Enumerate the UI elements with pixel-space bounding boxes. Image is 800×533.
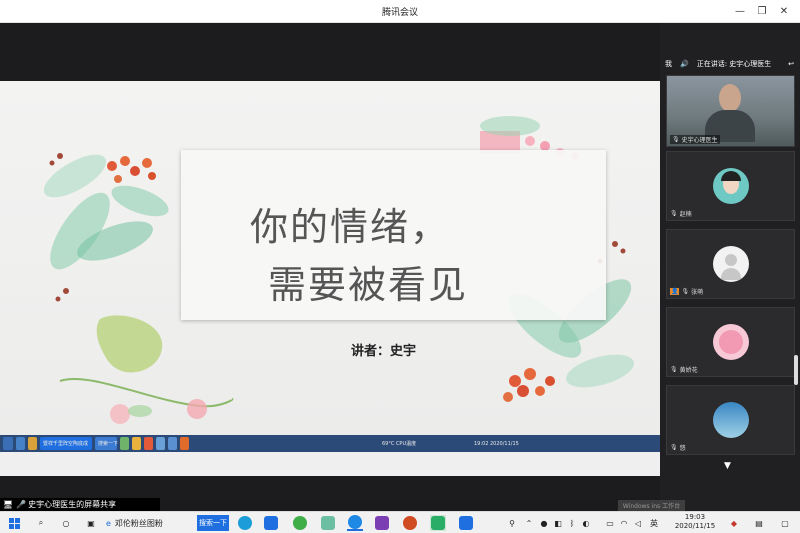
wechat-icon[interactable]: [430, 515, 446, 531]
tencent-meeting-icon[interactable]: [347, 515, 363, 531]
ie-icon: e: [106, 518, 111, 528]
tray-icon[interactable]: ◐: [580, 515, 592, 531]
mic-icon: 🎤: [16, 500, 27, 509]
minimize-icon[interactable]: —: [730, 0, 750, 23]
onenote-icon[interactable]: [374, 515, 390, 531]
panel-scrollbar[interactable]: [794, 355, 798, 385]
wifi-icon[interactable]: ◠: [618, 515, 630, 531]
avatar: [713, 168, 749, 204]
slide-speaker: 讲者：史宇: [351, 344, 417, 359]
task-view-icon[interactable]: ▣: [83, 515, 99, 531]
remote-app-icon: [180, 437, 189, 450]
speaking-text: 正在讲话: 史宇心理医生: [696, 60, 772, 68]
language-icon[interactable]: 英: [648, 515, 660, 531]
share-banner-text: 史宇心理医生的屏幕共享: [28, 500, 117, 509]
mic-icon: 🎙: [672, 136, 680, 143]
presentation-slide: 你的情绪， 需要被看见 讲者：史宇: [0, 81, 660, 435]
participant-name: 🎙 黄娇花: [670, 366, 698, 374]
ie-task-button[interactable]: e 邓伦粉丝图粉: [106, 515, 192, 531]
ie-task-label: 邓伦粉丝图粉: [114, 518, 163, 528]
mic-icon[interactable]: ●: [538, 515, 550, 531]
avatar: [713, 246, 749, 282]
search-task-button[interactable]: 搜索一下: [197, 515, 229, 531]
remote-task-item: 暨祥千里阵空陶底成: [40, 437, 92, 450]
windows-watermark: Windows ins 工作台: [618, 500, 685, 511]
slide-title-line2: 需要被看见: [268, 263, 469, 307]
participant-tile[interactable]: 🎙 黄娇花: [666, 307, 795, 377]
app-icon[interactable]: [320, 515, 336, 531]
window-titlebar: 腾讯会议 — ❐ ✕: [0, 0, 800, 23]
participant-tile[interactable]: 👤 🎙 张萌: [666, 229, 795, 299]
system-clock[interactable]: 19:03 2020/11/15: [670, 513, 720, 531]
participant-name: 👤 🎙 张萌: [670, 288, 704, 296]
mic-icon: 🎙: [681, 288, 690, 295]
speaking-prefix: 我: [665, 60, 672, 68]
remote-app-icon: [120, 437, 129, 450]
screen-share-banner: 🖥 🎤 史宇心理医生的屏幕共享: [0, 498, 160, 511]
remote-folder-icon: [28, 437, 37, 450]
speaking-indicator: 我 🔊 正在讲话: 史宇心理医生 ↩: [660, 55, 800, 73]
start-icon[interactable]: [6, 515, 22, 531]
window-title: 腾讯会议: [381, 8, 418, 18]
participant-tile[interactable]: 🎙 悠: [666, 385, 795, 455]
clock-date: 2020/11/15: [674, 522, 716, 530]
mic-icon: 🎙: [670, 444, 678, 451]
slide-title-line1: 你的情绪，: [250, 205, 451, 249]
shared-screen: 你的情绪， 需要被看见 讲者：史宇 暨祥千里阵空陶底成 搜索一下 69°C CP…: [0, 81, 660, 476]
mic-icon: 🎙: [670, 210, 678, 217]
restore-icon[interactable]: ❐: [752, 0, 772, 23]
app-tray-icon[interactable]: ▤: [752, 515, 766, 531]
app-tray-icon[interactable]: ◧: [552, 515, 564, 531]
remote-taskbar: 暨祥千里阵空陶底成 搜索一下 69°C CPU温度 19:02 2020/11/…: [0, 435, 660, 452]
bluetooth-icon[interactable]: ᛒ: [566, 515, 578, 531]
battery-icon[interactable]: ▭: [604, 515, 616, 531]
clock-time: 19:03: [684, 513, 706, 521]
remote-app-icon: [168, 437, 177, 450]
avatar: [713, 324, 749, 360]
remote-chrome-icon: [144, 437, 153, 450]
avatar: [713, 402, 749, 438]
remote-app-icon: [132, 437, 141, 450]
close-icon[interactable]: ✕: [774, 0, 794, 23]
powerpoint-icon[interactable]: [402, 515, 418, 531]
scroll-down-icon[interactable]: ▼: [724, 461, 731, 471]
remote-app-icon: [156, 437, 165, 450]
participant-name: 🎙 赵楠: [670, 210, 692, 218]
volume-icon[interactable]: ◁: [632, 515, 644, 531]
app-icon[interactable]: [458, 515, 474, 531]
main-stage: 你的情绪， 需要被看见 讲者：史宇 暨祥千里阵空陶底成 搜索一下 69°C CP…: [0, 23, 660, 498]
antivirus-icon[interactable]: ◆: [728, 515, 740, 531]
participant-tile[interactable]: 🎙 赵楠: [666, 151, 795, 221]
notification-icon[interactable]: ▢: [778, 515, 792, 531]
edge-icon[interactable]: [237, 515, 253, 531]
remote-ie-icon: [16, 437, 25, 450]
mic-icon: 🎙: [670, 366, 678, 373]
speaking-icon: 🔊: [680, 60, 689, 68]
chevron-up-icon[interactable]: ⌃: [523, 515, 535, 531]
screen-share-icon: 🖥: [3, 500, 14, 509]
host-icon: 👤: [670, 288, 680, 295]
mail-icon[interactable]: [263, 515, 279, 531]
remote-cpu-temp: 69°C CPU温度: [382, 441, 417, 447]
participant-tile[interactable]: 🎙 史宇心理医生: [666, 75, 795, 147]
collapse-icon[interactable]: ↩: [788, 60, 794, 68]
person-icon[interactable]: ⚲: [506, 515, 518, 531]
remote-search-item: 搜索一下: [95, 437, 118, 450]
remote-start-icon: [3, 437, 13, 450]
cortana-icon[interactable]: ○: [58, 515, 74, 531]
ie-icon[interactable]: [292, 515, 308, 531]
participant-name: 🎙 悠: [670, 444, 686, 452]
participants-panel: 我 🔊 正在讲话: 史宇心理医生 ↩ 🎙 史宇心理医生 🎙 赵楠 👤 🎙 张萌 🎙: [660, 23, 800, 511]
search-icon[interactable]: ⌕: [33, 515, 49, 531]
remote-clock: 19:02 2020/11/15: [474, 440, 519, 447]
participant-name: 🎙 史宇心理医生: [670, 135, 720, 144]
windows-taskbar: ⌕ ○ ▣ e 邓伦粉丝图粉 搜索一下 ⚲ ⌃ ● ◧ ᛒ ◐ ▭ ◠ ◁ 英 …: [0, 511, 800, 533]
